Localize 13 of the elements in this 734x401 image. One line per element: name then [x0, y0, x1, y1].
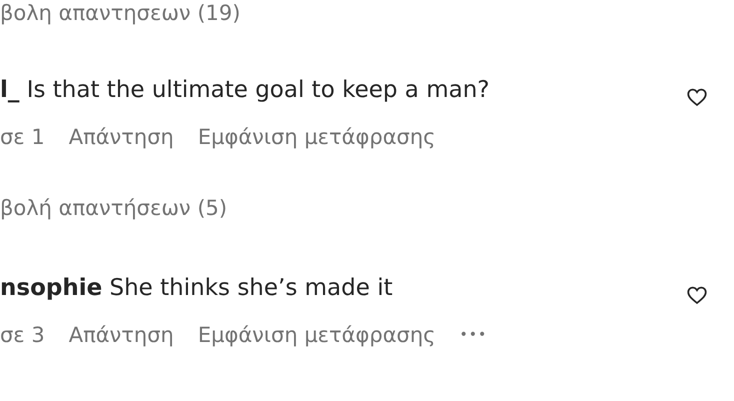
- reply-link[interactable]: Απάντηση: [68, 321, 174, 349]
- translation-link[interactable]: Εμφάνιση μετάφρασης: [198, 123, 436, 151]
- comment-text: l_ Is that the ultimate goal to keep a man?: [0, 76, 490, 105]
- view-replies-link[interactable]: βολή απαντήσεων (5): [0, 194, 228, 222]
- like-count: σε 3: [0, 322, 45, 349]
- reply-link[interactable]: Απάντηση: [68, 123, 174, 151]
- like-count: σε 1: [0, 124, 45, 151]
- heart-icon[interactable]: [687, 286, 707, 305]
- translation-link[interactable]: Εμφάνιση μετάφρασης: [198, 321, 436, 349]
- comment-text: nsophie She thinks she’s made it: [0, 274, 393, 303]
- view-replies-link[interactable]: βολη απαντησεων (19): [0, 0, 240, 26]
- heart-icon[interactable]: [687, 88, 707, 107]
- more-options-button[interactable]: •••: [459, 321, 488, 349]
